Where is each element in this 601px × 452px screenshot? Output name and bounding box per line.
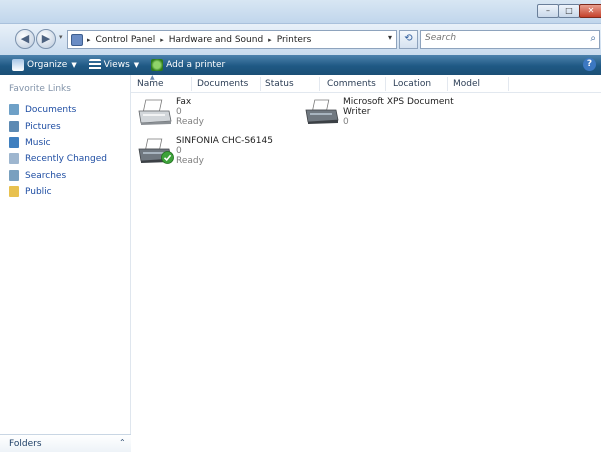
pictures-icon — [9, 121, 19, 132]
favorite-link-label: Public — [25, 186, 52, 197]
column-divider[interactable] — [508, 77, 509, 91]
column-divider[interactable] — [319, 77, 320, 91]
favorite-link-searches[interactable]: Searches — [9, 170, 66, 181]
address-row: ◀ ▶ ▾ ▸ Control Panel ▸ Hardware and Sou… — [0, 24, 601, 55]
printer-list-pane: Name ▲ Documents Status Comments Locatio… — [131, 74, 601, 452]
printer-name: SINFONIA CHC-S6145 — [176, 136, 273, 146]
search-icon[interactable]: ⌕ — [590, 33, 596, 44]
breadcrumb-hardware-and-sound[interactable]: Hardware and Sound — [169, 35, 263, 45]
maximize-button[interactable]: □ — [558, 4, 580, 18]
column-header-status[interactable]: Status — [265, 79, 294, 89]
folders-toggle[interactable]: Folders ⌃ — [0, 434, 131, 452]
printer-details: SINFONIA CHC-S6145 0 Ready — [176, 136, 273, 166]
breadcrumb-control-panel[interactable]: Control Panel — [96, 35, 156, 45]
favorite-link-label: Pictures — [25, 121, 61, 132]
printer-status: Ready — [176, 117, 204, 127]
address-dropdown-icon[interactable]: ▾ — [388, 33, 392, 42]
printer-details: Fax 0 Ready — [176, 97, 204, 127]
column-divider[interactable] — [385, 77, 386, 91]
control-panel-icon — [71, 33, 83, 46]
organize-icon — [12, 59, 24, 71]
printer-item-sinfonia[interactable]: SINFONIA CHC-S6145 0 Ready — [137, 136, 307, 170]
navigation-pane: Favorite Links Documents Pictures Music … — [0, 75, 131, 452]
views-button[interactable]: Views ▼ — [88, 59, 140, 71]
printer-item-fax[interactable]: Fax 0 Ready — [137, 97, 267, 131]
recently-changed-icon — [9, 153, 19, 164]
xps-printer-icon — [305, 99, 339, 124]
folders-label: Folders — [9, 439, 42, 449]
minimize-button[interactable]: – — [537, 4, 559, 18]
favorite-link-documents[interactable]: Documents — [9, 104, 76, 115]
public-folder-icon — [9, 186, 19, 197]
views-label: Views — [103, 60, 130, 70]
column-header-comments[interactable]: Comments — [327, 79, 376, 89]
printer-name: Fax — [176, 97, 192, 107]
chevron-up-icon: ⌃ — [119, 438, 126, 447]
favorite-link-label: Searches — [25, 170, 67, 181]
views-icon — [88, 59, 101, 71]
forward-button[interactable]: ▶ — [36, 29, 56, 49]
add-printer-button[interactable]: Add a printer — [151, 59, 225, 71]
fax-printer-icon — [138, 99, 172, 125]
favorite-link-pictures[interactable]: Pictures — [9, 121, 61, 132]
printer-name-continued: Writer — [343, 107, 371, 117]
breadcrumb-separator-icon[interactable]: ▸ — [87, 36, 91, 44]
organize-button[interactable]: Organize ▼ — [12, 59, 77, 71]
breadcrumb-printers[interactable]: Printers — [277, 35, 312, 45]
column-divider[interactable] — [191, 77, 192, 91]
documents-icon — [9, 104, 19, 115]
search-box[interactable]: ⌕ — [420, 30, 600, 49]
printer-details: Microsoft XPS Document Writer 0 — [343, 97, 454, 127]
favorite-link-public[interactable]: Public — [9, 186, 52, 197]
printer-item-xps-writer[interactable]: Microsoft XPS Document Writer 0 — [304, 97, 474, 131]
refresh-button[interactable]: ⟲ — [399, 30, 418, 49]
favorite-link-label: Recently Changed — [25, 153, 107, 164]
add-printer-icon — [151, 59, 164, 71]
chevron-down-icon: ▼ — [71, 61, 77, 69]
back-button[interactable]: ◀ — [15, 29, 35, 49]
favorite-link-music[interactable]: Music — [9, 137, 51, 148]
breadcrumb-separator-icon[interactable]: ▸ — [160, 36, 164, 44]
favorite-link-recently-changed[interactable]: Recently Changed — [9, 153, 107, 164]
column-divider[interactable] — [260, 77, 261, 91]
sort-indicator-icon: ▲ — [150, 74, 155, 81]
column-header-documents[interactable]: Documents — [197, 79, 248, 89]
close-button[interactable]: ✕ — [579, 4, 601, 18]
printer-documents-count: 0 — [176, 146, 182, 156]
printer-name: Microsoft XPS Document — [343, 97, 454, 107]
window-title-bar: – □ ✕ — [0, 0, 601, 24]
search-input[interactable] — [425, 33, 575, 43]
default-printer-check-icon — [161, 151, 174, 164]
help-icon[interactable]: ? — [583, 58, 596, 71]
column-header-model[interactable]: Model — [453, 79, 480, 89]
chevron-down-icon: ▼ — [133, 61, 140, 69]
printer-documents-count: 0 — [343, 117, 349, 127]
favorite-link-label: Music — [25, 137, 51, 148]
column-divider[interactable] — [447, 77, 448, 91]
column-header-location[interactable]: Location — [393, 79, 431, 89]
organize-label: Organize — [27, 60, 68, 70]
add-printer-label: Add a printer — [166, 60, 226, 70]
address-bar[interactable]: ▸ Control Panel ▸ Hardware and Sound ▸ P… — [67, 30, 397, 49]
printer-documents-count: 0 — [176, 107, 182, 117]
favorite-links-heading: Favorite Links — [9, 84, 71, 94]
recent-pages-dropdown-icon[interactable]: ▾ — [59, 33, 63, 41]
searches-icon — [9, 170, 19, 181]
breadcrumb-separator-icon[interactable]: ▸ — [268, 36, 272, 44]
favorite-link-label: Documents — [25, 104, 77, 115]
music-icon — [9, 137, 19, 148]
printer-status: Ready — [176, 156, 204, 166]
command-toolbar: Organize ▼ Views ▼ Add a printer ? — [0, 55, 601, 75]
column-headers: Name ▲ Documents Status Comments Locatio… — [131, 74, 601, 93]
